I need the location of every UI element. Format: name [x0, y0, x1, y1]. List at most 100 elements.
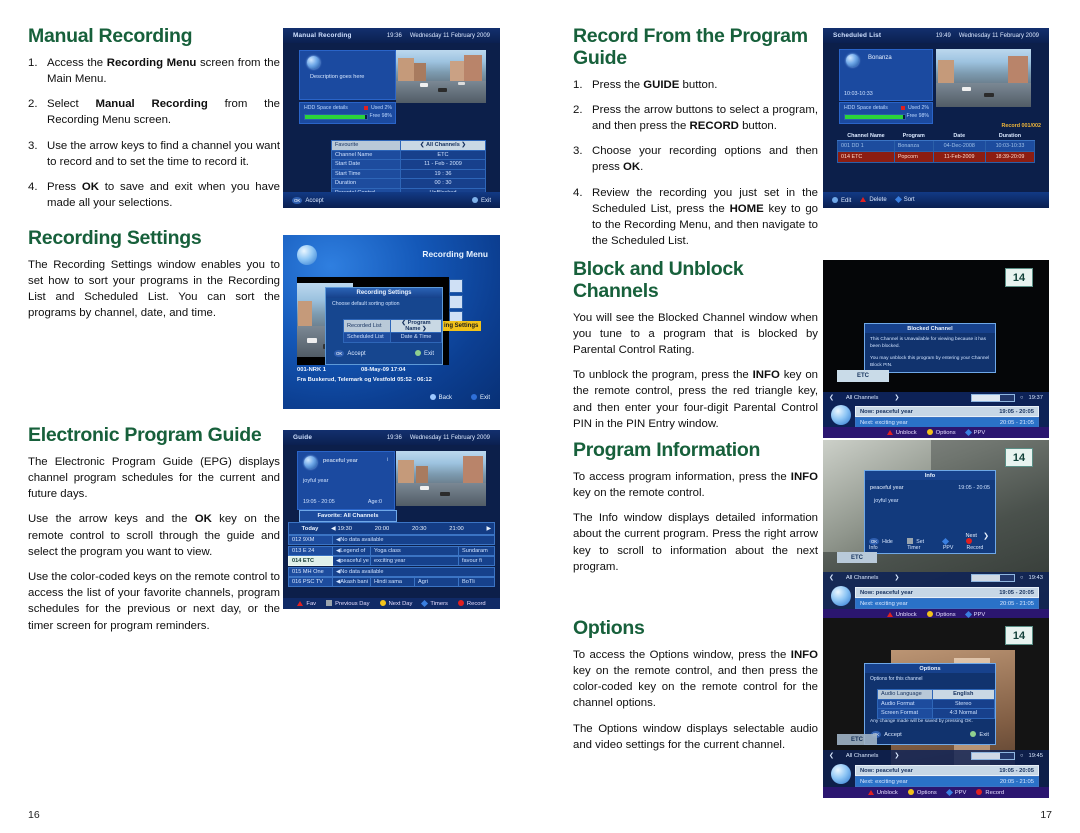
guide-favorite-bar[interactable]: Favorite: All Channels	[299, 510, 397, 522]
rm-exit-button[interactable]: Exit	[414, 350, 434, 357]
right-arrow-icon[interactable]: ❯	[894, 753, 899, 759]
form-row[interactable]: Scheduled List Date & Time	[343, 332, 442, 343]
guide-color-keys[interactable]: Fav Previous Day Next Day Timers Record	[283, 598, 500, 609]
color-key-button[interactable]: PPV	[945, 788, 966, 796]
guide-channel-row[interactable]: 012 9XM ◀No data available	[288, 535, 495, 545]
left-arrow-icon[interactable]: ❮	[420, 142, 425, 148]
form-row-key: Favourite	[331, 140, 401, 151]
rm-sort-options-table[interactable]: Recorded List ❮ Program Name ❯ Scheduled L…	[343, 319, 442, 343]
ow-channel-bar[interactable]: ❮ All Channels ❯ ○ 19:45	[823, 750, 1049, 761]
color-key-button[interactable]: Record	[976, 789, 1004, 796]
sl-footer-button[interactable]: Sort	[894, 195, 915, 204]
sl-footer-button[interactable]: Edit	[832, 196, 851, 204]
guide-program-cell[interactable]: favour fi	[459, 556, 495, 566]
rm-exit-button-2[interactable]: Exit	[470, 394, 490, 401]
guide-program-cell[interactable]: exciting year	[371, 556, 459, 566]
sl-footer-bar[interactable]: Edit Delete Sort	[823, 192, 1049, 208]
guide-program-cell[interactable]: ◀Akash bani	[333, 577, 371, 587]
rm-icon-strip[interactable]	[449, 279, 463, 325]
form-row-value[interactable]: 19 : 36	[400, 168, 486, 179]
form-row[interactable]: Start Time 19 : 36	[331, 168, 486, 179]
form-row[interactable]: Recorded List ❮ Program Name ❯	[343, 319, 442, 333]
iw-button-row[interactable]: OK Hide Info Set Timer PPV Record	[869, 537, 991, 551]
guide-channel-row[interactable]: 013 E 24 ◀Legend of Yoga class Sundaram	[288, 545, 495, 556]
table-row[interactable]: 001 DD 1 Bonanza 04-Dec-2008 10:03-10:33	[837, 140, 1036, 152]
bc-channel-bar[interactable]: ❮ All Channels ❯ ○ 19:37	[823, 392, 1049, 403]
form-row[interactable]: Start Date 11 - Feb - 2009	[331, 159, 486, 170]
color-key-button[interactable]: Record	[966, 538, 991, 551]
form-row[interactable]: Channel Name ETC	[331, 149, 486, 160]
color-key-button[interactable]: Options	[926, 611, 956, 618]
right-arrow-icon[interactable]: ❯	[894, 395, 899, 401]
color-key-button[interactable]: Unblock	[886, 611, 917, 618]
form-row[interactable]: Favourite ❮ All Channels ❯	[331, 140, 486, 151]
color-key-button[interactable]: Timers	[421, 599, 448, 607]
guide-program-cell[interactable]: ◀Legend of	[333, 545, 371, 556]
color-key-button[interactable]: Fav	[297, 600, 316, 607]
left-arrow-icon[interactable]: ❮	[829, 395, 834, 401]
ow-color-keys[interactable]: Unblock Options PPV Record	[823, 787, 1049, 798]
form-row[interactable]: Screen Format 4:3 Normal	[877, 708, 996, 719]
schedule-icon[interactable]	[449, 295, 463, 309]
left-arrow-icon[interactable]: ❮	[401, 320, 406, 326]
guide-program-cell[interactable]: BoTli	[459, 577, 495, 587]
guide-program-cell[interactable]: Sundaram	[459, 545, 495, 556]
color-key-button[interactable]: Previous Day	[326, 600, 370, 607]
ow-exit-button[interactable]: Exit	[970, 731, 989, 738]
color-key-button[interactable]: Record	[457, 600, 486, 607]
left-arrow-icon[interactable]: ❮	[829, 753, 834, 759]
guide-program-cell[interactable]: Hindi sama	[371, 577, 415, 587]
form-row-value[interactable]: 00 : 30	[400, 178, 486, 189]
form-row-value[interactable]: ❮ Program Name ❯	[390, 319, 442, 333]
form-row-value[interactable]: Date & Time	[390, 332, 442, 343]
right-arrow-icon[interactable]: ❯	[894, 575, 899, 581]
guide-program-cell[interactable]: Yoga class	[371, 545, 459, 556]
bc-color-keys[interactable]: Unblock Options PPV	[823, 427, 1049, 438]
iw-channel-bar[interactable]: ❮ All Channels ❯ ○ 19:43	[823, 572, 1049, 583]
rm-accept-button[interactable]: OK Accept	[334, 350, 366, 357]
guide-program-cell[interactable]: ◀No data available	[333, 566, 495, 577]
rm-back-button[interactable]: Back	[429, 394, 452, 401]
sl-footer-button[interactable]: Delete	[860, 197, 887, 203]
left-arrow-icon[interactable]: ❮	[829, 575, 834, 581]
form-row-value[interactable]: English	[931, 689, 996, 700]
right-arrow-icon[interactable]: ❯	[461, 142, 466, 148]
right-arrow-icon[interactable]: ▶	[487, 526, 491, 532]
form-row-value[interactable]: 4:3 Normal	[931, 708, 996, 719]
color-key-button[interactable]: Set Timer	[907, 538, 937, 551]
guide-timeline[interactable]: Today ◀ 19:30 20:00 20:30 21:00 ▶	[288, 522, 495, 535]
color-key-button[interactable]: Unblock	[886, 429, 917, 436]
color-key-button[interactable]: Options	[907, 789, 937, 796]
form-row-value[interactable]: ETC	[400, 149, 486, 160]
color-key-button[interactable]: PPV	[941, 537, 961, 551]
color-key-button[interactable]: PPV	[964, 428, 985, 436]
color-key-button[interactable]: PPV	[964, 610, 985, 618]
form-row-value[interactable]: Stereo	[931, 698, 996, 709]
guide-program-cell[interactable]: ◀No data available	[333, 535, 495, 545]
table-row[interactable]: 014 ETC Popcorn 11-Feb-2009 18:39-20:09	[837, 151, 1036, 163]
color-key-button[interactable]: OK Hide Info	[869, 538, 901, 551]
guide-channel-row[interactable]: 014 ETC ◀peaceful ye exciting year favour f…	[288, 556, 495, 566]
ow-options-table[interactable]: Audio Language English Audio Format Stereo S…	[877, 689, 996, 719]
left-arrow-icon[interactable]: ◀	[331, 526, 335, 532]
guide-program-cell[interactable]: ◀peaceful ye	[333, 556, 371, 566]
form-row[interactable]: Audio Format Stereo	[877, 698, 996, 709]
form-row[interactable]: Duration 00 : 30	[331, 178, 486, 189]
guide-channel-row[interactable]: 016 PSC TV ◀Akash bani Hindi sama Agri BoTli	[288, 577, 495, 587]
right-arrow-icon[interactable]: ❯	[422, 326, 427, 332]
mr-settings-table[interactable]: Favourite ❮ All Channels ❯ Channel Name ETC…	[331, 140, 486, 198]
color-key-button[interactable]: Options	[926, 429, 956, 436]
rm-highlight-item[interactable]: ing Settings	[441, 321, 482, 331]
mr-accept-button[interactable]: OK Accept	[292, 196, 324, 204]
form-row[interactable]: Audio Language English	[877, 689, 996, 700]
form-row-value[interactable]: ❮ All Channels ❯	[400, 140, 486, 151]
mr-exit-button[interactable]: Exit	[471, 196, 491, 204]
guide-channel-row[interactable]: 015 MH One ◀No data available	[288, 566, 495, 577]
list-icon[interactable]	[449, 279, 463, 293]
color-key-button[interactable]: Next Day	[379, 600, 412, 607]
color-key-button[interactable]: Unblock	[867, 789, 898, 796]
sl-table[interactable]: Channel Name Program Date Duration 001 DD 1B…	[837, 132, 1036, 163]
iw-next-row-time: 20:05 - 21:05	[999, 600, 1034, 607]
guide-program-cell[interactable]: Agri	[415, 577, 459, 587]
form-row-value[interactable]: 11 - Feb - 2009	[400, 159, 486, 170]
